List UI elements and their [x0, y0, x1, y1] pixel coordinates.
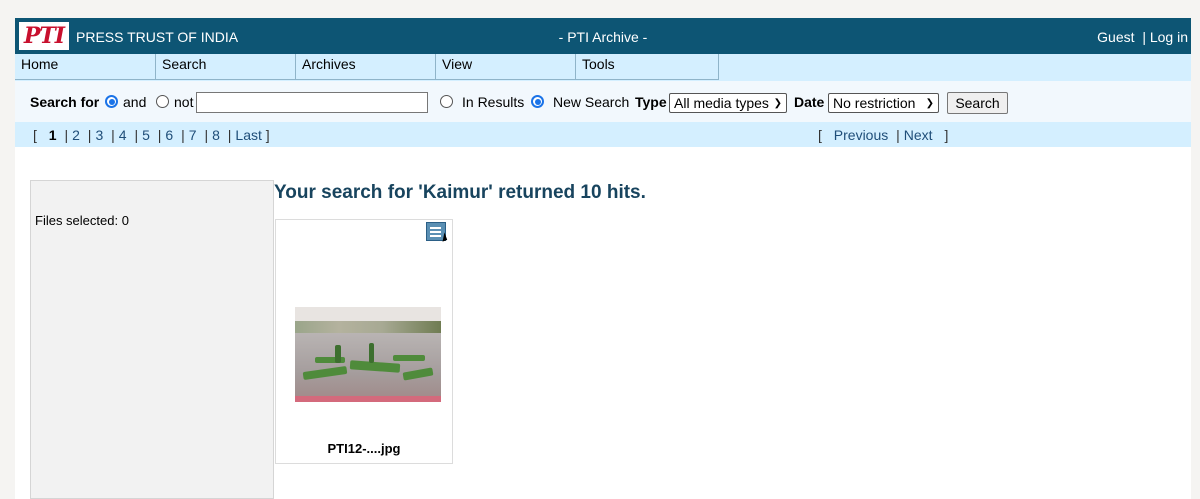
page-link-7[interactable]: 7 [189, 127, 197, 143]
page-link-3[interactable]: 3 [95, 127, 103, 143]
search-button[interactable]: Search [947, 92, 1008, 114]
media-type-select[interactable]: All media types ❯ [669, 93, 787, 113]
login-link[interactable]: Log in [1150, 29, 1188, 45]
type-label: Type [635, 93, 667, 110]
in-results-radio[interactable] [440, 95, 453, 108]
top-header-bar: PTI PRESS TRUST OF INDIA - PTI Archive -… [15, 18, 1191, 54]
next-link[interactable]: Next [904, 127, 933, 143]
chevron-down-icon: ❯ [925, 97, 934, 109]
new-search-radio[interactable] [531, 95, 544, 108]
menu-item-home[interactable]: Home [15, 54, 156, 80]
pti-logo-text: PTI [23, 23, 65, 49]
files-selected-count: Files selected: 0 [35, 213, 129, 228]
menu-item-tools[interactable]: Tools [576, 54, 719, 80]
pagination-bar: [ 1 | 2 | 3 | 4 | 5 | 6 | 7 | 8 | Last ] [ Previ… [15, 122, 1191, 147]
date-label: Date [794, 93, 825, 110]
user-links-separator: | [1142, 29, 1146, 45]
result-filename[interactable]: PTI12-....jpg [276, 441, 452, 456]
main-menu-bar: Home Search Archives View Tools [15, 54, 1191, 81]
bracket-close: ] [265, 127, 270, 143]
search-bar: Search for and not In Results New Search… [15, 81, 1191, 122]
and-radio[interactable] [105, 95, 118, 108]
brand-name: PRESS TRUST OF INDIA [76, 29, 239, 45]
result-thumbnail[interactable] [295, 307, 441, 402]
results-heading: Your search for 'Kaimur' returned 10 hit… [274, 182, 646, 203]
not-label: not [174, 93, 194, 110]
user-links: Guest | Log in [1097, 29, 1188, 45]
and-label: and [123, 93, 147, 110]
date-value: No restriction [833, 95, 916, 111]
details-icon[interactable] [426, 222, 448, 242]
archive-title: - PTI Archive - [558, 29, 648, 45]
page-link-5[interactable]: 5 [142, 127, 150, 143]
page: PTI PRESS TRUST OF INDIA - PTI Archive -… [15, 18, 1191, 499]
menu-item-archives[interactable]: Archives [296, 54, 436, 80]
search-query-input[interactable] [196, 92, 428, 113]
new-search-label: New Search [553, 93, 630, 110]
chevron-down-icon: ❯ [773, 97, 782, 109]
page-link-1: 1 [48, 127, 57, 143]
not-radio[interactable] [156, 95, 169, 108]
menu-item-search[interactable]: Search [156, 54, 296, 80]
result-card[interactable]: PTI12-....jpg [275, 219, 453, 464]
pti-logo[interactable]: PTI [19, 22, 69, 50]
bracket-open: [ [818, 127, 822, 143]
previous-link[interactable]: Previous [834, 127, 888, 143]
guest-user-label: Guest [1097, 29, 1135, 45]
media-type-value: All media types [674, 95, 769, 111]
in-results-label: In Results [462, 93, 525, 110]
selection-panel: Files selected: 0 [30, 180, 274, 499]
bracket-open: [ [33, 127, 37, 143]
page-link-4[interactable]: 4 [119, 127, 127, 143]
page-link-2[interactable]: 2 [72, 127, 80, 143]
date-select[interactable]: No restriction ❯ [828, 93, 939, 113]
bracket-close: ] [944, 127, 949, 143]
page-links: [ 1 | 2 | 3 | 4 | 5 | 6 | 7 | 8 | Last ] [33, 127, 270, 143]
page-link-8[interactable]: 8 [212, 127, 220, 143]
page-link-6[interactable]: 6 [165, 127, 173, 143]
page-link-last[interactable]: Last [235, 127, 261, 143]
search-for-label: Search for [30, 93, 100, 110]
menu-item-view[interactable]: View [436, 54, 576, 80]
prev-next-links: [ Previous | Next ] [818, 127, 949, 143]
